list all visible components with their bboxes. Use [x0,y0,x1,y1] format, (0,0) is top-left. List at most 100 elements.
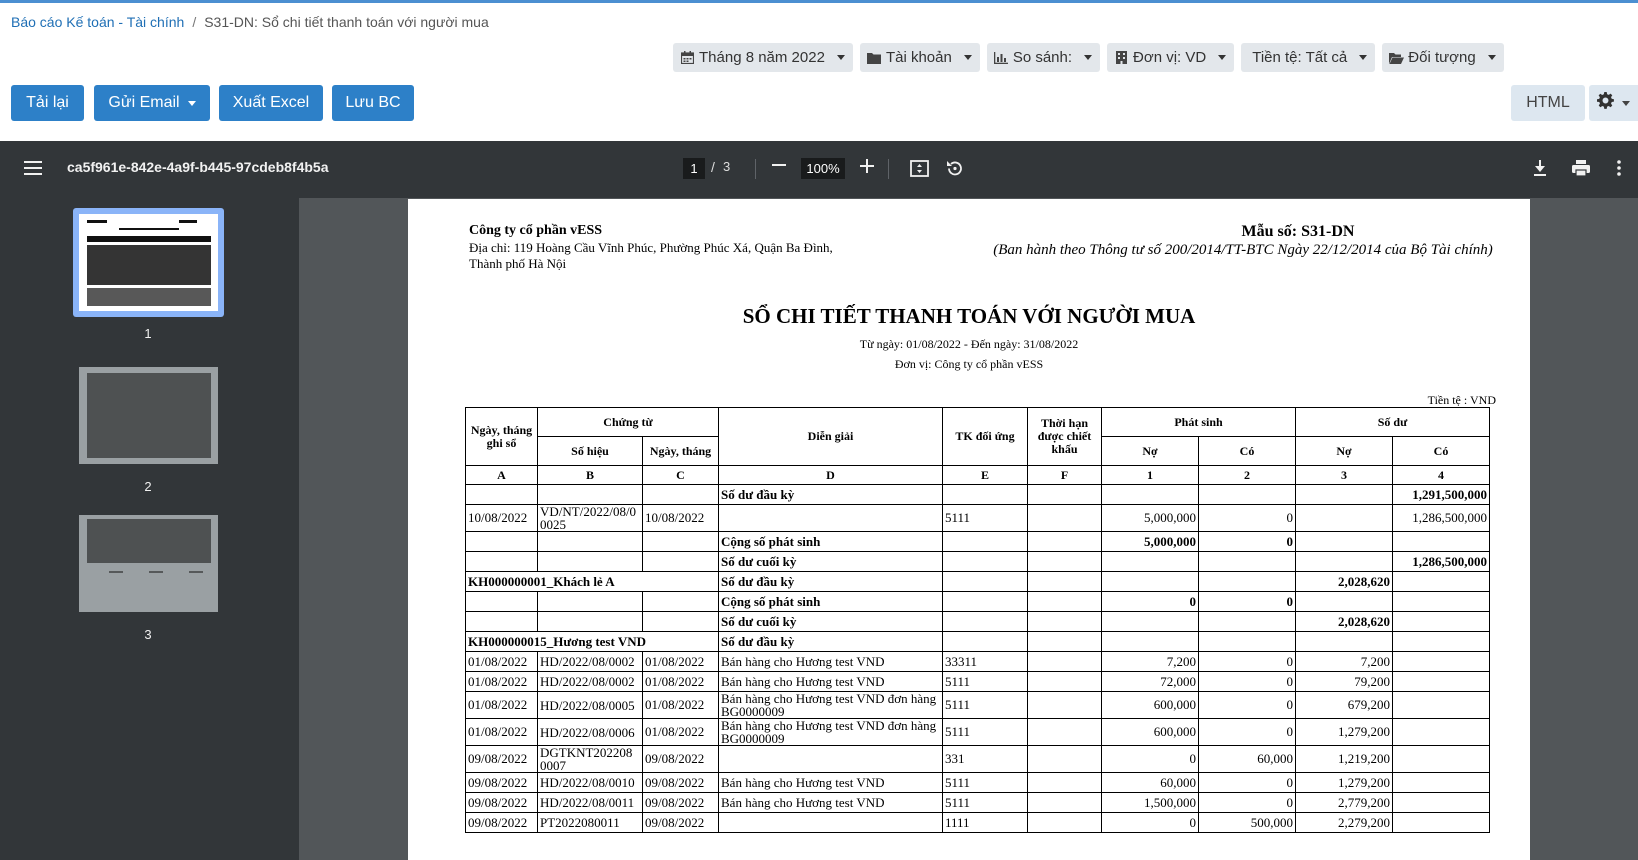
cell-vdate: 09/08/2022 [642,745,719,773]
breadcrumb-parent-link[interactable]: Báo cáo Kế toán - Tài chính [11,14,184,30]
cell-vdate: 09/08/2022 [642,792,719,813]
save-report-button[interactable]: Lưu BC [332,85,414,121]
chevron-down-icon [836,55,845,60]
toolbar-divider [888,159,889,179]
cell-bal-debit [1295,531,1393,552]
code-cell: C [642,465,719,485]
settings-button[interactable] [1589,85,1638,121]
currency-filter-dropdown[interactable]: Tiền tệ: Tất cả [1241,43,1376,72]
export-excel-button[interactable]: Xuất Excel [219,85,323,121]
cell-bal-credit [1392,651,1490,672]
summary-row: Số dư đầu kỳ 1,291,500,000 [465,484,1490,505]
cell-debit: 0 [1101,591,1199,612]
more-options-icon[interactable] [1617,159,1621,182]
cell-date [465,551,538,572]
cell-desc: Bán hàng cho Hương test VND [718,792,943,813]
cell-credit: 0 [1198,671,1296,692]
account-filter-dropdown[interactable]: Tài khoản [859,43,980,72]
zoom-level-input[interactable]: 100% [801,158,845,179]
thumbnail-number: 2 [144,479,152,494]
save-report-button-label: Lưu BC [345,94,401,111]
cell-vdate: 09/08/2022 [642,772,719,793]
zoom-out-button[interactable] [772,155,786,178]
cell-date: 10/08/2022 [465,504,538,532]
cell-date: 09/08/2022 [465,772,538,793]
cell-credit: 0 [1198,591,1296,612]
cell-debit: 600,000 [1101,718,1199,746]
company-name: Công ty cổ phần vESS [469,223,603,238]
cell-bal-credit [1392,591,1490,612]
period-filter-dropdown[interactable]: Tháng 8 năm 2022 [673,43,853,72]
cell-debit: 0 [1101,745,1199,773]
code-cell: 2 [1198,465,1296,485]
chevron-down-icon [1084,55,1093,60]
top-accent-line [0,0,1638,3]
cell-acc [942,611,1028,632]
table-row: 09/08/2022 PT2022080011 09/08/2022 1111 0 500… [465,812,1490,833]
table-row: 01/08/2022 HD/2022/08/0005 01/08/2022 Bán h… [465,691,1490,719]
cell-bal-debit [1295,484,1393,505]
report-currency: Tiền tệ : VND [1427,393,1496,407]
code-cell: 1 [1101,465,1199,485]
cell-term [1027,745,1102,773]
cell-bal-credit: 1,291,500,000 [1392,484,1490,505]
chevron-down-icon [1218,55,1227,60]
header-balance-debit: Nợ [1295,436,1393,466]
cell-term [1027,631,1102,652]
object-filter-label: Đối tượng [1408,49,1476,66]
cell-bal-debit [1295,504,1393,532]
cell-credit: 500,000 [1198,812,1296,833]
cell-acc: 5111 [942,772,1028,793]
cell-desc: Bán hàng cho Hương test VND [718,671,943,692]
reload-button[interactable]: Tải lại [11,85,84,121]
table-row: 01/08/2022 HD/2022/08/0002 01/08/2022 Bán h… [465,671,1490,692]
pdf-file-name: ca5f961e-842e-4a9f-b445-97cdeb8f4b5a [67,159,329,175]
code-cell: 4 [1392,465,1490,485]
folder-open-icon [1388,52,1404,64]
cell-vdate [642,591,719,612]
header-voucher-no: Số hiệu [537,436,643,466]
code-cell: A [465,465,538,485]
cell-credit: 0 [1198,504,1296,532]
cell-acc [942,571,1028,592]
send-email-button[interactable]: Gửi Email [94,85,210,121]
cell-term [1027,484,1102,505]
cell-vdate [642,484,719,505]
cell-debit [1101,571,1199,592]
page-separator: / [711,159,715,175]
breadcrumb: Báo cáo Kế toán - Tài chính / S31-DN: Sổ… [11,14,489,30]
cell-no: PT2022080011 [537,812,643,833]
unit-filter-dropdown[interactable]: Đơn vị: VD [1107,43,1235,72]
cell-debit: 5,000,000 [1101,504,1199,532]
cell-acc: 33311 [942,651,1028,672]
chevron-down-icon [1622,100,1630,106]
cell-credit [1198,611,1296,632]
cell-no [537,484,643,505]
cell-date: 01/08/2022 [465,718,538,746]
cell-date: 09/08/2022 [465,792,538,813]
cell-no [537,551,643,572]
header-contra-account: TK đối ứng [942,407,1028,466]
print-icon[interactable] [1572,159,1590,182]
cell-vdate: 09/08/2022 [642,812,719,833]
zoom-in-button[interactable] [860,153,874,179]
html-view-button[interactable]: HTML [1511,85,1585,121]
object-filter-dropdown[interactable]: Đối tượng [1382,43,1504,72]
cell-date [465,611,538,632]
cell-bal-debit [1295,631,1393,652]
unit-filter-label: Đơn vị: VD [1133,49,1207,66]
cell-acc: 5111 [942,671,1028,692]
cell-date: 01/08/2022 [465,671,538,692]
compare-filter-dropdown[interactable]: So sánh: [986,43,1101,72]
fit-page-icon[interactable] [910,159,929,183]
cell-bal-credit: 1,286,500,000 [1392,504,1490,532]
cell-bal-credit [1392,691,1490,719]
cell-bal-debit: 2,028,620 [1295,611,1393,632]
sidebar-menu-icon[interactable] [24,161,42,175]
cell-bal-credit [1392,611,1490,632]
download-icon[interactable] [1532,159,1548,182]
cell-debit: 600,000 [1101,691,1199,719]
current-page-input[interactable]: 1 [683,158,705,179]
rotate-icon[interactable] [945,159,964,183]
cell-bal-credit [1392,772,1490,793]
